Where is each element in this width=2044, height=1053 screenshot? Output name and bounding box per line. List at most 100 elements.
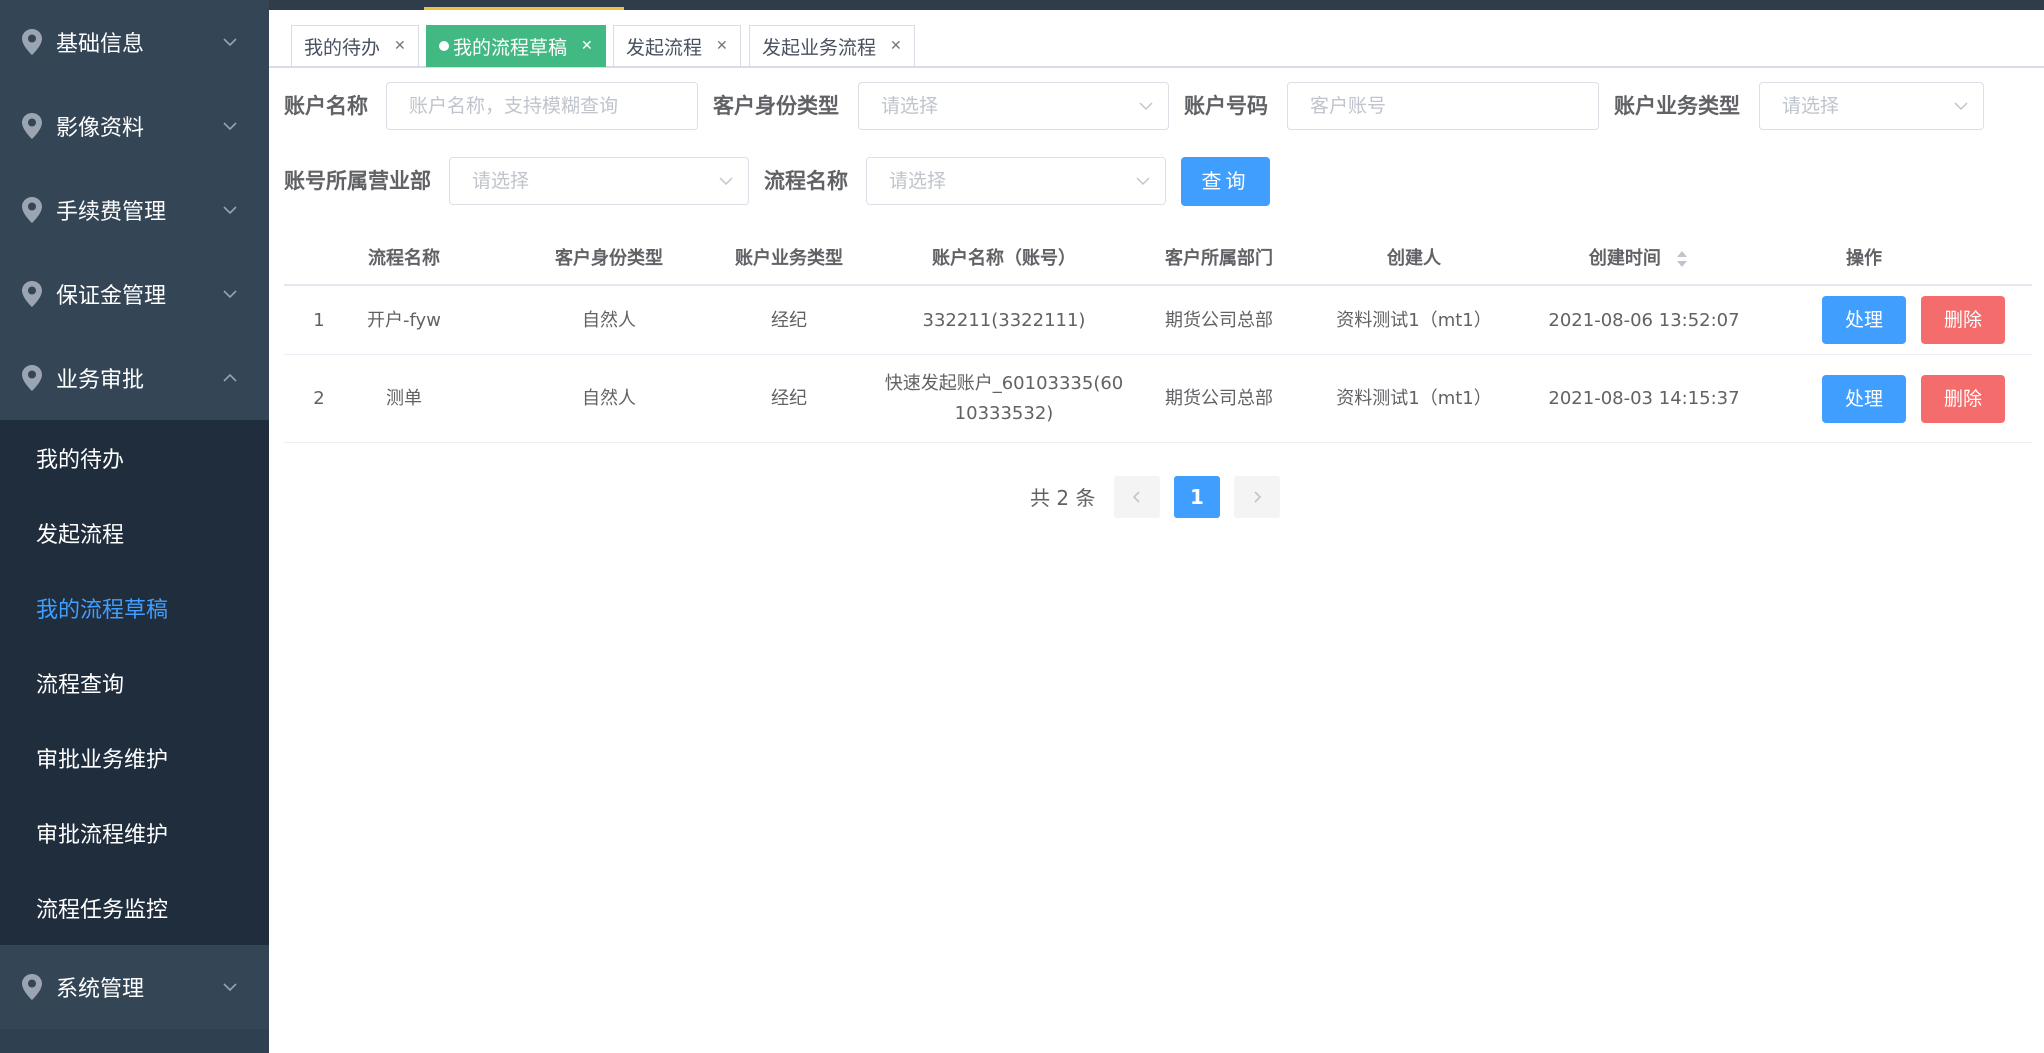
cell-created-time: 2021-08-03 14:15:37 (1548, 388, 1740, 409)
menu-label: 手续费管理 (56, 200, 167, 225)
chevron-down-icon (223, 38, 237, 47)
delete-button[interactable]: 删除 (1921, 375, 2005, 423)
menu-business-approval[interactable]: 业务审批 (0, 336, 269, 420)
location-pin-icon (22, 197, 42, 223)
cell-id-type: 自然人 (582, 388, 636, 409)
id-type-label: 客户身份类型 (713, 94, 839, 118)
submenu-my-todo[interactable]: 我的待办 (0, 420, 269, 495)
account-name-input[interactable]: 账户名称，支持模糊查询 (386, 82, 698, 130)
id-type-select[interactable]: 请选择 (858, 82, 1169, 130)
submenu-task-monitor[interactable]: 流程任务监控 (0, 870, 269, 945)
flow-name-select[interactable]: 请选择 (866, 157, 1166, 205)
process-button[interactable]: 处理 (1822, 375, 1906, 423)
menu-label: 保证金管理 (56, 284, 167, 309)
column-header: 账户名称（账号） (932, 248, 1076, 269)
next-page-button[interactable] (1234, 476, 1280, 518)
menu-image-data[interactable]: 影像资料 (0, 84, 269, 168)
chevron-down-icon (223, 983, 237, 992)
close-icon[interactable]: ✕ (716, 38, 728, 54)
select-placeholder: 请选择 (889, 170, 947, 192)
chevron-down-icon (1136, 177, 1150, 186)
chevron-down-icon (719, 177, 733, 186)
close-icon[interactable]: ✕ (581, 38, 593, 54)
cell-id-type: 自然人 (582, 309, 636, 331)
chevron-down-icon (1954, 102, 1968, 111)
tabs-bar: 我的待办 ✕ 我的流程草稿 ✕ 发起流程 ✕ 发起业务流程 ✕ (269, 10, 2044, 68)
cell-created-time: 2021-08-06 13:52:07 (1548, 309, 1740, 331)
tab-start-flow[interactable]: 发起流程 ✕ (613, 25, 741, 67)
query-button[interactable]: 查询 (1181, 157, 1270, 206)
process-button[interactable]: 处理 (1822, 296, 1906, 344)
prev-page-button[interactable] (1114, 476, 1160, 518)
submenu-flow-query[interactable]: 流程查询 (0, 645, 269, 720)
select-placeholder: 请选择 (881, 95, 939, 117)
tab-label: 发起流程 (626, 36, 703, 59)
close-icon[interactable]: ✕ (890, 38, 902, 54)
submenu-my-drafts[interactable]: 我的流程草稿 (0, 570, 269, 645)
location-pin-icon (22, 29, 42, 55)
sort-icon[interactable] (1675, 249, 1689, 269)
page-number-button[interactable]: 1 (1174, 476, 1220, 518)
drafts-table: 流程名称 客户身份类型 账户业务类型 账户名称（账号） 客户所属部门 创建人 创… (284, 232, 2032, 443)
biz-type-label: 账户业务类型 (1614, 94, 1740, 118)
chevron-down-icon (223, 290, 237, 299)
tab-my-todo[interactable]: 我的待办 ✕ (291, 25, 419, 67)
cell-creator: 资料测试1（mt1） (1336, 309, 1492, 331)
submenu-start-flow[interactable]: 发起流程 (0, 495, 269, 570)
business-approval-submenu: 我的待办 发起流程 我的流程草稿 流程查询 审批业务维护 审批流程维护 流程任务… (0, 420, 269, 945)
account-no-label: 账户号码 (1184, 94, 1268, 118)
menu-label: 影像资料 (56, 116, 145, 141)
select-placeholder: 请选择 (472, 170, 530, 192)
column-header: 创建人 (1387, 248, 1441, 269)
sidebar: 基础信息 影像资料 手续费管理 保证金管理 业务审批 我的待办 发起流程 我的流… (0, 0, 269, 1053)
active-dot-icon (439, 41, 449, 51)
account-no-input[interactable]: 客户账号 (1287, 82, 1599, 130)
tab-start-business-flow[interactable]: 发起业务流程 ✕ (749, 25, 915, 67)
tab-label: 我的流程草稿 (453, 36, 568, 59)
tab-label: 我的待办 (304, 36, 381, 59)
close-icon[interactable]: ✕ (394, 38, 406, 54)
column-header: 操作 (1846, 248, 1882, 269)
column-header: 客户所属部门 (1165, 248, 1273, 269)
chevron-down-icon (223, 206, 237, 215)
cell-account: 332211(3322111) (922, 309, 1086, 331)
cell-flow-name: 测单 (386, 388, 422, 409)
top-bar (269, 0, 2044, 10)
chevron-down-icon (223, 122, 237, 131)
menu-label: 系统管理 (56, 977, 145, 1002)
menu-system-management[interactable]: 系统管理 (0, 945, 269, 1029)
location-pin-icon (22, 113, 42, 139)
location-pin-icon (22, 281, 42, 307)
table-row: 2 测单 自然人 经纪 快速发起账户_60103335(60 10333532)… (284, 355, 2032, 443)
cell-biz-type: 经纪 (771, 309, 807, 331)
column-header: 流程名称 (368, 248, 440, 269)
submenu-approval-business[interactable]: 审批业务维护 (0, 720, 269, 795)
menu-fee-management[interactable]: 手续费管理 (0, 168, 269, 252)
account-name-label: 账户名称 (284, 94, 368, 118)
column-header: 客户身份类型 (555, 248, 663, 269)
branch-select[interactable]: 请选择 (449, 157, 749, 205)
menu-basic-info[interactable]: 基础信息 (0, 0, 269, 84)
biz-type-select[interactable]: 请选择 (1759, 82, 1984, 130)
submenu-approval-flow[interactable]: 审批流程维护 (0, 795, 269, 870)
menu-label: 基础信息 (56, 32, 145, 57)
cell-department: 期货公司总部 (1165, 388, 1273, 409)
menu-label: 业务审批 (56, 368, 145, 393)
column-header-created-time[interactable]: 创建时间 (1539, 232, 1739, 286)
select-placeholder: 请选择 (1782, 95, 1840, 117)
tab-my-drafts[interactable]: 我的流程草稿 ✕ (426, 25, 606, 67)
cell-biz-type: 经纪 (771, 388, 807, 409)
delete-button[interactable]: 删除 (1921, 296, 2005, 344)
location-pin-icon (22, 365, 42, 391)
pagination-total: 共 2 条 (1030, 486, 1096, 510)
chevron-up-icon (223, 373, 237, 382)
cell-department: 期货公司总部 (1165, 309, 1273, 331)
location-pin-icon (22, 974, 42, 1000)
menu-margin-management[interactable]: 保证金管理 (0, 252, 269, 336)
tab-label: 发起业务流程 (762, 36, 877, 59)
cell-account: 快速发起账户_60103335(60 10333532) (884, 373, 1124, 424)
chevron-left-icon (1132, 491, 1140, 503)
table-row: 1 开户-fyw 自然人 经纪 332211(3322111) 期货公司总部 资… (284, 286, 2032, 355)
cell-creator: 资料测试1（mt1） (1336, 388, 1492, 409)
cell-flow-name: 开户-fyw (367, 309, 441, 331)
